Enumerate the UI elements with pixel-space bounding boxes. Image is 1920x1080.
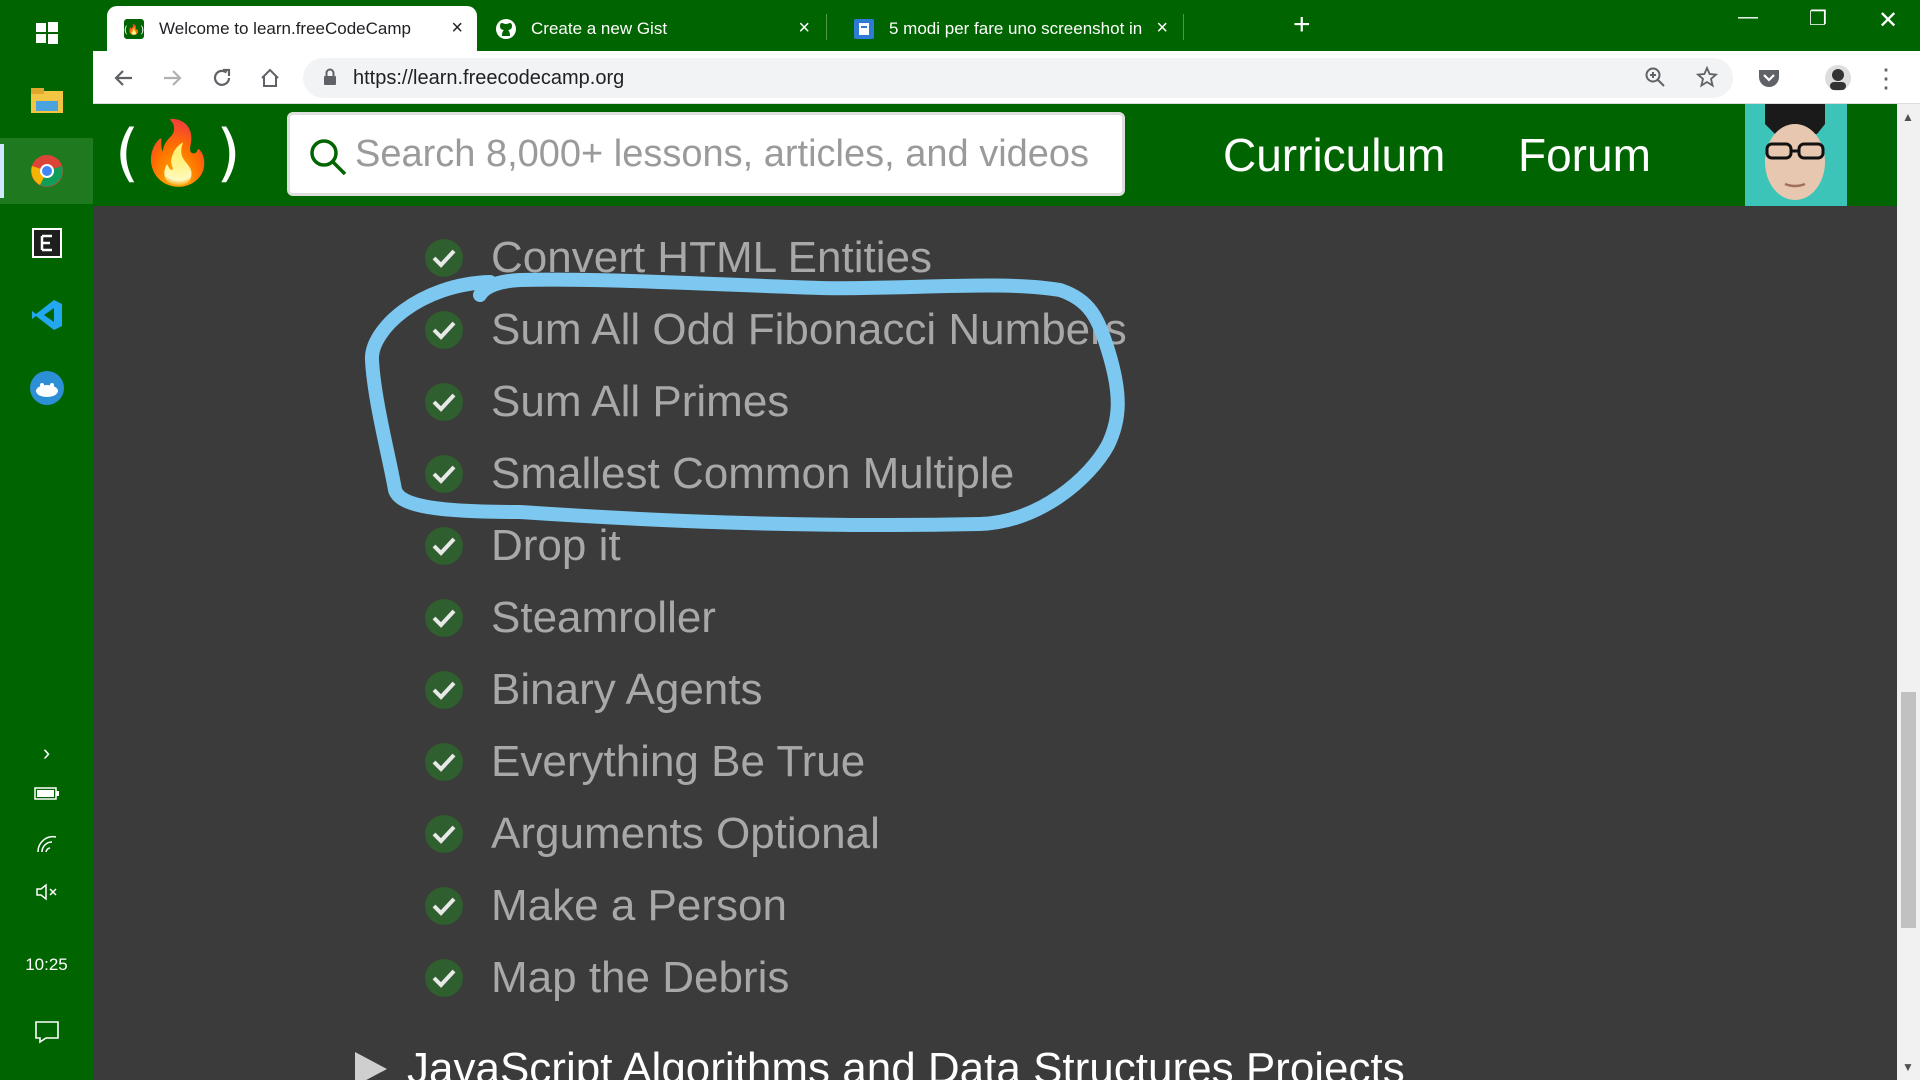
menu-kebab-icon[interactable]: ⋮ bbox=[1871, 63, 1901, 93]
freecodecamp-logo[interactable]: (🔥) bbox=[115, 122, 241, 188]
check-icon bbox=[425, 239, 463, 277]
challenge-item[interactable]: Binary Agents bbox=[425, 660, 763, 720]
check-icon bbox=[425, 743, 463, 781]
challenge-item[interactable]: Steamroller bbox=[425, 588, 716, 648]
bookmark-star-icon[interactable] bbox=[1695, 65, 1719, 93]
tab-freecodecamp[interactable]: (🔥) Welcome to learn.freeCodeCamp × bbox=[107, 6, 477, 51]
chrome-beta-icon[interactable] bbox=[0, 138, 93, 204]
tab-title: Create a new Gist bbox=[531, 18, 668, 38]
svg-text:(🔥): (🔥) bbox=[124, 23, 144, 36]
challenge-item[interactable]: Drop it bbox=[425, 516, 621, 576]
reload-icon[interactable] bbox=[207, 63, 237, 93]
scroll-down-icon[interactable]: ▼ bbox=[1902, 1060, 1914, 1074]
challenge-item[interactable]: Everything Be True bbox=[425, 732, 865, 792]
zoom-icon[interactable] bbox=[1644, 66, 1666, 93]
nav-curriculum-link[interactable]: Curriculum bbox=[1223, 128, 1445, 182]
check-icon bbox=[425, 455, 463, 493]
notification-icon[interactable] bbox=[0, 1020, 93, 1049]
tab-separator bbox=[826, 14, 827, 40]
vscode-icon[interactable] bbox=[0, 282, 93, 348]
wifi-icon[interactable] bbox=[0, 835, 93, 858]
nav-forum-link[interactable]: Forum bbox=[1518, 128, 1651, 182]
check-icon bbox=[425, 887, 463, 925]
search-box[interactable] bbox=[287, 112, 1125, 196]
close-tab-icon[interactable]: × bbox=[1156, 17, 1168, 39]
check-icon bbox=[425, 311, 463, 349]
editor-e-icon[interactable] bbox=[0, 210, 93, 276]
url-text[interactable]: https://learn.freecodecamp.org bbox=[353, 67, 624, 90]
challenge-item[interactable]: Sum All Odd Fibonacci Numbers bbox=[425, 300, 1127, 360]
challenge-item[interactable]: Make a Person bbox=[425, 876, 787, 936]
close-tab-icon[interactable]: × bbox=[798, 17, 810, 39]
minimize-icon[interactable]: — bbox=[1713, 6, 1783, 29]
address-bar[interactable]: https://learn.freecodecamp.org bbox=[303, 58, 1733, 98]
section-title[interactable]: JavaScript Algorithms and Data Structure… bbox=[407, 1044, 1405, 1080]
file-explorer-icon[interactable] bbox=[0, 68, 93, 134]
window-close-icon[interactable]: ✕ bbox=[1853, 6, 1920, 35]
blog-favicon bbox=[853, 18, 875, 40]
challenge-label[interactable]: Make a Person bbox=[491, 881, 787, 931]
check-icon bbox=[425, 599, 463, 637]
challenge-label[interactable]: Map the Debris bbox=[491, 953, 789, 1003]
page-content: (🔥) Curriculum Forum Convert HTML En bbox=[93, 104, 1897, 1080]
section-header[interactable]: JavaScript Algorithms and Data Structure… bbox=[355, 1044, 1405, 1080]
mute-icon[interactable] bbox=[0, 882, 93, 907]
challenge-item[interactable]: Sum All Primes bbox=[425, 372, 789, 432]
user-avatar[interactable] bbox=[1745, 104, 1847, 206]
challenge-label[interactable]: Binary Agents bbox=[491, 665, 763, 715]
search-icon bbox=[308, 137, 348, 182]
tab-title: 5 modi per fare uno screenshot in bbox=[889, 18, 1143, 38]
pocket-icon[interactable] bbox=[1754, 63, 1784, 93]
check-icon bbox=[425, 527, 463, 565]
github-favicon bbox=[495, 18, 517, 40]
challenge-label[interactable]: Drop it bbox=[491, 521, 621, 571]
home-icon[interactable] bbox=[255, 63, 285, 93]
chevron-right-icon[interactable]: › bbox=[0, 740, 93, 766]
scroll-thumb[interactable] bbox=[1901, 692, 1916, 928]
taskbar-clock[interactable]: 10:25 bbox=[0, 955, 93, 975]
challenge-item[interactable]: Map the Debris bbox=[425, 948, 789, 1008]
search-input[interactable] bbox=[355, 129, 1105, 179]
challenge-item[interactable]: Smallest Common Multiple bbox=[425, 444, 1014, 504]
browser-tab-strip: (🔥) Welcome to learn.freeCodeCamp × Crea… bbox=[93, 0, 1920, 51]
back-icon[interactable] bbox=[109, 63, 139, 93]
tab-screenshot-article[interactable]: 5 modi per fare uno screenshot in × bbox=[837, 6, 1182, 51]
windows-start-icon[interactable] bbox=[0, 0, 93, 66]
restore-icon[interactable]: ❐ bbox=[1783, 6, 1853, 31]
tab-title: Welcome to learn.freeCodeCamp bbox=[159, 18, 411, 38]
page-scrollbar[interactable]: ▲ ▼ bbox=[1897, 104, 1920, 1080]
battery-icon[interactable] bbox=[0, 785, 93, 806]
lock-icon[interactable] bbox=[323, 68, 337, 91]
challenge-label[interactable]: Convert HTML Entities bbox=[491, 233, 932, 283]
check-icon bbox=[425, 671, 463, 709]
challenge-label[interactable]: Smallest Common Multiple bbox=[491, 449, 1014, 499]
tab-github-gist[interactable]: Create a new Gist × bbox=[479, 6, 824, 51]
check-icon bbox=[425, 815, 463, 853]
fcc-navbar: (🔥) Curriculum Forum bbox=[93, 104, 1897, 206]
challenge-label[interactable]: Steamroller bbox=[491, 593, 716, 643]
check-icon bbox=[425, 383, 463, 421]
expand-arrow-icon[interactable] bbox=[355, 1052, 387, 1080]
challenge-label[interactable]: Sum All Odd Fibonacci Numbers bbox=[491, 305, 1127, 355]
forward-icon[interactable] bbox=[157, 63, 187, 93]
check-icon bbox=[425, 959, 463, 997]
freecodecamp-favicon: (🔥) bbox=[123, 18, 145, 40]
challenge-item[interactable]: Convert HTML Entities bbox=[425, 228, 932, 288]
profile-avatar-icon[interactable] bbox=[1823, 63, 1853, 93]
tunnelbear-icon[interactable] bbox=[0, 355, 93, 421]
windows-taskbar: › 10:25 bbox=[0, 0, 93, 1080]
close-tab-icon[interactable]: × bbox=[451, 17, 463, 39]
browser-toolbar: https://learn.freecodecamp.org ⋮ bbox=[93, 51, 1920, 104]
tab-separator bbox=[1183, 14, 1184, 40]
new-tab-icon[interactable]: + bbox=[1293, 10, 1311, 40]
scroll-up-icon[interactable]: ▲ bbox=[1902, 110, 1914, 124]
challenge-label[interactable]: Sum All Primes bbox=[491, 377, 789, 427]
challenge-label[interactable]: Arguments Optional bbox=[491, 809, 880, 859]
challenge-item[interactable]: Arguments Optional bbox=[425, 804, 880, 864]
challenge-label[interactable]: Everything Be True bbox=[491, 737, 865, 787]
